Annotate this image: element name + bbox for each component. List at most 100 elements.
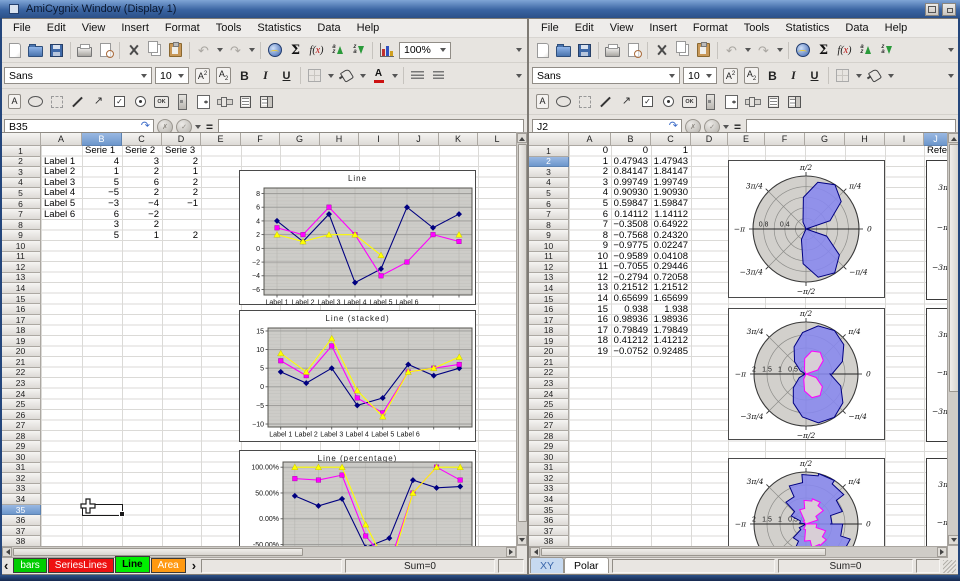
row-header-13[interactable]: 13 [529,273,569,284]
dropdown-arrow-button[interactable] [389,65,400,86]
cell-B10[interactable]: −0.9775 [612,241,650,251]
cell-C9[interactable]: 0.24320 [652,230,690,240]
row-header-12[interactable]: 12 [1,262,41,273]
column-header-B[interactable]: B [611,133,651,146]
column-header-G[interactable]: G [805,133,845,146]
scroll-up-icon[interactable] [517,133,527,143]
arrow-button[interactable]: ↗ [88,91,109,112]
fill-color-button[interactable] [336,65,357,86]
cell-B18[interactable]: 0.79849 [612,325,650,335]
menu-tools[interactable]: Tools [736,20,778,37]
cell-B14[interactable]: 0.21512 [612,283,650,293]
column-header-I[interactable]: I [359,133,399,146]
cell-B12[interactable]: −0.7055 [612,262,650,272]
dropdown-arrow-button[interactable] [742,40,753,61]
row-header-26[interactable]: 26 [1,410,41,421]
cell-A3[interactable]: 2 [570,167,610,177]
cell-B20[interactable]: −0.0752 [612,347,650,357]
cell-C12[interactable]: 0.29446 [652,262,690,272]
cell-B7[interactable]: 6 [83,209,121,219]
row-header-36[interactable]: 36 [529,515,569,526]
paste-button[interactable] [165,40,186,61]
row-header-30[interactable]: 30 [529,452,569,463]
sheet-tab-bars[interactable]: bars [13,558,46,573]
cell-D2[interactable]: 2 [163,157,200,167]
row-header-1[interactable]: 1 [1,146,41,157]
label-frame-button[interactable]: A [532,91,553,112]
sort-za-button[interactable]: za [348,40,369,61]
cell-C10[interactable]: 0.02247 [652,241,690,251]
dropdown-arrow-button[interactable] [885,65,896,86]
window-shade-button[interactable] [942,3,956,16]
row-header-9[interactable]: 9 [529,230,569,241]
arrow-button[interactable]: ↗ [616,91,637,112]
line-stacked-chart[interactable]: Line (stacked)151050−5−10Label 1Label 2L… [239,310,476,442]
row-header-30[interactable]: 30 [1,452,41,463]
frame-button[interactable] [574,91,595,112]
new-button[interactable] [532,40,553,61]
spin-button-button[interactable] [721,91,742,112]
ellipse-button[interactable] [25,91,46,112]
push-button-button[interactable]: OK [679,91,700,112]
row-header-8[interactable]: 8 [1,220,41,231]
cell-B11[interactable]: −0.9589 [612,252,650,262]
cell-B7[interactable]: 0.14112 [612,209,650,219]
clipped-polar-chart-3[interactable]: 3π−π−3π [926,458,948,546]
row-header-35[interactable]: 35 [1,505,41,516]
row-header-24[interactable]: 24 [529,389,569,400]
toolbar-overflow-button[interactable] [513,65,524,86]
cell-A9[interactable]: 8 [570,230,610,240]
cell-A14[interactable]: 13 [570,283,610,293]
print-preview-button[interactable] [95,40,116,61]
column-header-H[interactable]: H [845,133,885,146]
row-header-10[interactable]: 10 [529,241,569,252]
cell-B3[interactable]: 0.84147 [612,167,650,177]
row-header-16[interactable]: 16 [1,304,41,315]
row-header-18[interactable]: 18 [1,325,41,336]
polar-chart-2[interactable]: π/2π/40−π/4−π/2−3π/4−π3π/421.510.50 [728,308,885,440]
copy-button[interactable] [672,40,693,61]
row-header-9[interactable]: 9 [1,230,41,241]
cell-C9[interactable]: 1 [123,230,161,240]
line-percentage-chart[interactable]: Line (percentage)100.00%50.00%0.00%-50.0… [239,450,476,546]
radio-button-button[interactable] [130,91,151,112]
scrollbar-button[interactable] [172,91,193,112]
column-header-J[interactable]: J [924,133,948,146]
menu-file[interactable]: File [533,20,567,37]
row-header-25[interactable]: 25 [1,399,41,410]
line-button[interactable] [67,91,88,112]
cut-button[interactable] [651,40,672,61]
cell-C18[interactable]: 1.79849 [652,325,690,335]
cell-C4[interactable]: 1.99749 [652,178,690,188]
column-header-F[interactable]: F [765,133,805,146]
borders-button[interactable] [832,65,853,86]
column-header-L[interactable]: L [478,133,517,146]
cell-B6[interactable]: 0.59847 [612,199,650,209]
row-header-10[interactable]: 10 [1,241,41,252]
column-header-A[interactable]: A [41,133,82,146]
row-header-31[interactable]: 31 [529,463,569,474]
borders-button[interactable] [304,65,325,86]
cell-A15[interactable]: 14 [570,294,610,304]
cell-cursor[interactable] [82,504,123,516]
column-header-C[interactable]: C [122,133,162,146]
row-header-20[interactable]: 20 [529,347,569,358]
row-header-38[interactable]: 38 [529,536,569,546]
clipped-polar-chart-1[interactable]: 3π−π−3π [926,160,948,300]
cell-C7[interactable]: 1.14112 [652,209,690,219]
toolbar-overflow-button[interactable] [945,40,956,61]
row-header-24[interactable]: 24 [1,389,41,400]
font-selector[interactable]: Sans [532,67,680,84]
dropdown-arrow-button[interactable] [214,40,225,61]
cell-C7[interactable]: −2 [123,209,161,219]
dropdown-arrow-button[interactable] [853,65,864,86]
column-header-D[interactable]: D [691,133,728,146]
row-header-2[interactable]: 2 [529,157,569,168]
cell-A5[interactable]: 4 [570,188,610,198]
cell-A5[interactable]: Label 4 [42,188,81,198]
sort-za-button[interactable]: za [876,40,897,61]
row-header-7[interactable]: 7 [1,209,41,220]
slider-button[interactable] [214,91,235,112]
combo-box-button[interactable] [784,91,805,112]
scroll-left-icon[interactable] [2,547,12,557]
